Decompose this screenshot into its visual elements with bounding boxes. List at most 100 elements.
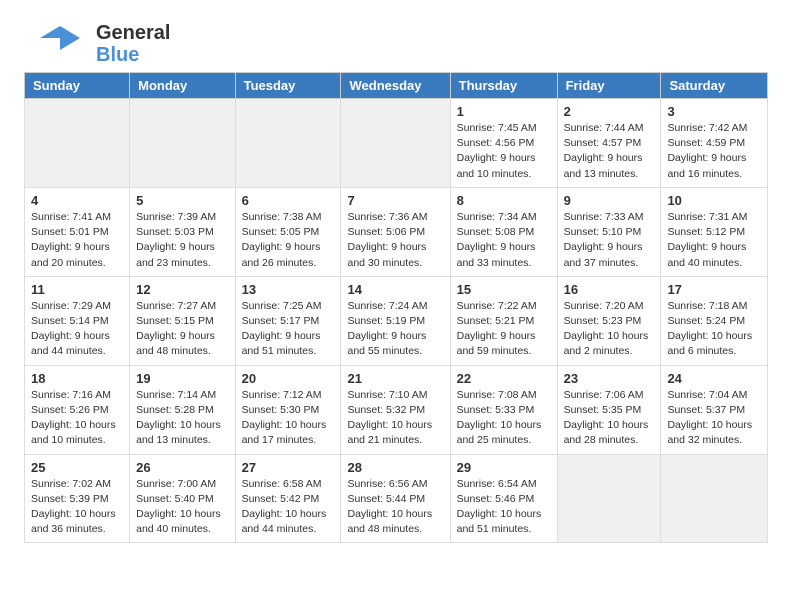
day-info: Sunrise: 7:06 AM Sunset: 5:35 PM Dayligh… bbox=[564, 388, 655, 449]
calendar-table: SundayMondayTuesdayWednesdayThursdayFrid… bbox=[24, 72, 768, 543]
calendar-cell: 12 Sunrise: 7:27 AM Sunset: 5:15 PM Dayli… bbox=[130, 276, 235, 365]
calendar-cell: 1 Sunrise: 7:45 AM Sunset: 4:56 PM Daylig… bbox=[450, 99, 557, 188]
day-number: 26 bbox=[136, 460, 228, 475]
day-info: Sunrise: 6:56 AM Sunset: 5:44 PM Dayligh… bbox=[347, 477, 443, 538]
logo: GeneralBlue bbox=[14, 10, 170, 66]
day-number: 13 bbox=[242, 282, 335, 297]
day-number: 5 bbox=[136, 193, 228, 208]
calendar-cell: 9 Sunrise: 7:33 AM Sunset: 5:10 PM Daylig… bbox=[557, 187, 661, 276]
calendar-week-row: 18 Sunrise: 7:16 AM Sunset: 5:26 PM Dayli… bbox=[25, 365, 768, 454]
calendar-cell: 27 Sunrise: 6:58 AM Sunset: 5:42 PM Dayli… bbox=[235, 454, 341, 543]
day-info: Sunrise: 7:31 AM Sunset: 5:12 PM Dayligh… bbox=[667, 210, 761, 271]
calendar-cell: 15 Sunrise: 7:22 AM Sunset: 5:21 PM Dayli… bbox=[450, 276, 557, 365]
calendar-cell: 20 Sunrise: 7:12 AM Sunset: 5:30 PM Dayli… bbox=[235, 365, 341, 454]
calendar-week-row: 11 Sunrise: 7:29 AM Sunset: 5:14 PM Dayli… bbox=[25, 276, 768, 365]
weekday-header: Friday bbox=[557, 73, 661, 99]
logo-general: General bbox=[96, 22, 170, 44]
day-number: 15 bbox=[457, 282, 551, 297]
calendar-week-row: 1 Sunrise: 7:45 AM Sunset: 4:56 PM Daylig… bbox=[25, 99, 768, 188]
calendar-cell bbox=[25, 99, 130, 188]
weekday-header: Wednesday bbox=[341, 73, 450, 99]
calendar-cell: 19 Sunrise: 7:14 AM Sunset: 5:28 PM Dayli… bbox=[130, 365, 235, 454]
day-info: Sunrise: 7:10 AM Sunset: 5:32 PM Dayligh… bbox=[347, 388, 443, 449]
day-info: Sunrise: 7:22 AM Sunset: 5:21 PM Dayligh… bbox=[457, 299, 551, 360]
day-number: 29 bbox=[457, 460, 551, 475]
logo-svg bbox=[30, 24, 90, 64]
day-info: Sunrise: 7:14 AM Sunset: 5:28 PM Dayligh… bbox=[136, 388, 228, 449]
calendar-cell: 14 Sunrise: 7:24 AM Sunset: 5:19 PM Dayli… bbox=[341, 276, 450, 365]
day-info: Sunrise: 7:44 AM Sunset: 4:57 PM Dayligh… bbox=[564, 121, 655, 182]
day-info: Sunrise: 7:34 AM Sunset: 5:08 PM Dayligh… bbox=[457, 210, 551, 271]
calendar-cell: 24 Sunrise: 7:04 AM Sunset: 5:37 PM Dayli… bbox=[661, 365, 768, 454]
day-number: 7 bbox=[347, 193, 443, 208]
day-number: 1 bbox=[457, 104, 551, 119]
day-number: 23 bbox=[564, 371, 655, 386]
day-info: Sunrise: 7:00 AM Sunset: 5:40 PM Dayligh… bbox=[136, 477, 228, 538]
day-number: 21 bbox=[347, 371, 443, 386]
day-info: Sunrise: 7:45 AM Sunset: 4:56 PM Dayligh… bbox=[457, 121, 551, 182]
day-info: Sunrise: 7:02 AM Sunset: 5:39 PM Dayligh… bbox=[31, 477, 123, 538]
calendar-cell: 6Sunrise: 7:38 AM Sunset: 5:05 PM Daylig… bbox=[235, 187, 341, 276]
day-number: 17 bbox=[667, 282, 761, 297]
calendar-cell: 11 Sunrise: 7:29 AM Sunset: 5:14 PM Dayli… bbox=[25, 276, 130, 365]
day-info: Sunrise: 7:33 AM Sunset: 5:10 PM Dayligh… bbox=[564, 210, 655, 271]
day-info: Sunrise: 7:04 AM Sunset: 5:37 PM Dayligh… bbox=[667, 388, 761, 449]
day-info: Sunrise: 7:27 AM Sunset: 5:15 PM Dayligh… bbox=[136, 299, 228, 360]
day-info: Sunrise: 7:39 AM Sunset: 5:03 PM Dayligh… bbox=[136, 210, 228, 271]
calendar-cell: 22 Sunrise: 7:08 AM Sunset: 5:33 PM Dayli… bbox=[450, 365, 557, 454]
calendar-cell bbox=[661, 454, 768, 543]
day-number: 24 bbox=[667, 371, 761, 386]
day-info: Sunrise: 7:36 AM Sunset: 5:06 PM Dayligh… bbox=[347, 210, 443, 271]
weekday-header: Saturday bbox=[661, 73, 768, 99]
calendar-week-row: 25 Sunrise: 7:02 AM Sunset: 5:39 PM Dayli… bbox=[25, 454, 768, 543]
day-number: 18 bbox=[31, 371, 123, 386]
day-info: Sunrise: 7:29 AM Sunset: 5:14 PM Dayligh… bbox=[31, 299, 123, 360]
calendar-cell: 4 Sunrise: 7:41 AM Sunset: 5:01 PM Daylig… bbox=[25, 187, 130, 276]
calendar-cell: 28 Sunrise: 6:56 AM Sunset: 5:44 PM Dayli… bbox=[341, 454, 450, 543]
day-info: Sunrise: 6:54 AM Sunset: 5:46 PM Dayligh… bbox=[457, 477, 551, 538]
day-number: 22 bbox=[457, 371, 551, 386]
calendar-cell bbox=[557, 454, 661, 543]
weekday-header: Tuesday bbox=[235, 73, 341, 99]
calendar-cell: 3 Sunrise: 7:42 AM Sunset: 4:59 PM Daylig… bbox=[661, 99, 768, 188]
calendar-cell: 26 Sunrise: 7:00 AM Sunset: 5:40 PM Dayli… bbox=[130, 454, 235, 543]
calendar-week-row: 4 Sunrise: 7:41 AM Sunset: 5:01 PM Daylig… bbox=[25, 187, 768, 276]
day-number: 14 bbox=[347, 282, 443, 297]
day-info: Sunrise: 7:25 AM Sunset: 5:17 PM Dayligh… bbox=[242, 299, 335, 360]
day-number: 11 bbox=[31, 282, 123, 297]
day-info: Sunrise: 7:41 AM Sunset: 5:01 PM Dayligh… bbox=[31, 210, 123, 271]
day-number: 9 bbox=[564, 193, 655, 208]
weekday-header: Monday bbox=[130, 73, 235, 99]
day-number: 8 bbox=[457, 193, 551, 208]
calendar-cell bbox=[130, 99, 235, 188]
day-number: 2 bbox=[564, 104, 655, 119]
day-number: 12 bbox=[136, 282, 228, 297]
day-number: 6 bbox=[242, 193, 335, 208]
calendar-cell: 5 Sunrise: 7:39 AM Sunset: 5:03 PM Daylig… bbox=[130, 187, 235, 276]
day-info: Sunrise: 7:18 AM Sunset: 5:24 PM Dayligh… bbox=[667, 299, 761, 360]
weekday-header: Thursday bbox=[450, 73, 557, 99]
day-info: Sunrise: 6:58 AM Sunset: 5:42 PM Dayligh… bbox=[242, 477, 335, 538]
day-info: Sunrise: 7:12 AM Sunset: 5:30 PM Dayligh… bbox=[242, 388, 335, 449]
logo-blue: Blue bbox=[96, 44, 170, 66]
day-number: 20 bbox=[242, 371, 335, 386]
calendar-cell: 13 Sunrise: 7:25 AM Sunset: 5:17 PM Dayli… bbox=[235, 276, 341, 365]
day-number: 19 bbox=[136, 371, 228, 386]
day-info: Sunrise: 7:08 AM Sunset: 5:33 PM Dayligh… bbox=[457, 388, 551, 449]
day-number: 3 bbox=[667, 104, 761, 119]
day-number: 4 bbox=[31, 193, 123, 208]
calendar-cell: 2 Sunrise: 7:44 AM Sunset: 4:57 PM Daylig… bbox=[557, 99, 661, 188]
day-number: 10 bbox=[667, 193, 761, 208]
day-info: Sunrise: 7:16 AM Sunset: 5:26 PM Dayligh… bbox=[31, 388, 123, 449]
day-info: Sunrise: 7:24 AM Sunset: 5:19 PM Dayligh… bbox=[347, 299, 443, 360]
calendar-cell: 21 Sunrise: 7:10 AM Sunset: 5:32 PM Dayli… bbox=[341, 365, 450, 454]
calendar-cell: 17 Sunrise: 7:18 AM Sunset: 5:24 PM Dayli… bbox=[661, 276, 768, 365]
day-number: 28 bbox=[347, 460, 443, 475]
calendar-cell: 23 Sunrise: 7:06 AM Sunset: 5:35 PM Dayli… bbox=[557, 365, 661, 454]
calendar-cell: 18 Sunrise: 7:16 AM Sunset: 5:26 PM Dayli… bbox=[25, 365, 130, 454]
calendar-cell: 25 Sunrise: 7:02 AM Sunset: 5:39 PM Dayli… bbox=[25, 454, 130, 543]
day-number: 27 bbox=[242, 460, 335, 475]
day-info: Sunrise: 7:42 AM Sunset: 4:59 PM Dayligh… bbox=[667, 121, 761, 182]
calendar-cell: 10 Sunrise: 7:31 AM Sunset: 5:12 PM Dayli… bbox=[661, 187, 768, 276]
day-number: 25 bbox=[31, 460, 123, 475]
